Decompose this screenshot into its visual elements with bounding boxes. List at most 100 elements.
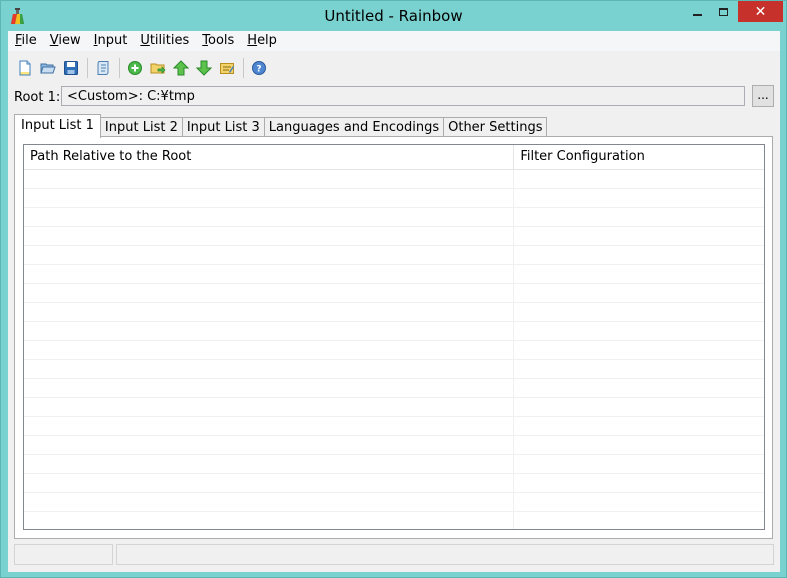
close-button[interactable]: ✕ xyxy=(738,1,783,22)
empty-row xyxy=(24,436,764,455)
row-cell xyxy=(514,398,764,416)
root-label: Root 1: xyxy=(14,90,61,105)
row-cell xyxy=(24,284,515,302)
browse-button[interactable]: ... xyxy=(752,85,774,107)
row-cell xyxy=(514,208,764,226)
title-bar[interactable]: Untitled - Rainbow ✕ xyxy=(1,1,786,31)
row-cell xyxy=(514,246,764,264)
row-cell xyxy=(514,512,764,529)
client-area: File View Input Utilities Tools Help ? R… xyxy=(8,31,780,572)
main-window: Untitled - Rainbow ✕ File View Input Uti… xyxy=(0,0,787,578)
add-folder-button[interactable] xyxy=(147,57,169,79)
menu-label: ools xyxy=(207,33,235,48)
row-cell xyxy=(514,436,764,454)
menu-mnemonic: H xyxy=(247,33,258,48)
tab-panel: Path Relative to the Root Filter Configu… xyxy=(14,136,773,539)
row-cell xyxy=(24,208,515,226)
row-cell xyxy=(514,303,764,321)
window-title: Untitled - Rainbow xyxy=(324,7,463,25)
menu-input[interactable]: Input xyxy=(87,31,134,51)
empty-row xyxy=(24,379,764,398)
empty-row xyxy=(24,189,764,208)
row-cell xyxy=(24,246,515,264)
open-button[interactable] xyxy=(37,57,59,79)
row-cell xyxy=(514,322,764,340)
maximize-button[interactable] xyxy=(710,1,736,22)
row-cell xyxy=(514,474,764,492)
row-cell xyxy=(514,284,764,302)
empty-row xyxy=(24,417,764,436)
folder-move-icon xyxy=(150,63,166,74)
menu-view[interactable]: View xyxy=(43,31,87,51)
menu-help[interactable]: Help xyxy=(240,31,283,51)
add-button[interactable] xyxy=(124,57,146,79)
empty-row xyxy=(24,170,764,189)
move-up-button[interactable] xyxy=(170,57,192,79)
row-cell xyxy=(24,417,515,435)
empty-row xyxy=(24,474,764,493)
list-header: Path Relative to the Root Filter Configu… xyxy=(24,145,764,170)
tab-input-list-3[interactable]: Input List 3 xyxy=(181,117,265,138)
column-header-path[interactable]: Path Relative to the Root xyxy=(24,145,515,169)
empty-row xyxy=(24,398,764,417)
root-row: Root 1: <Custom>: C:¥tmp ... xyxy=(8,85,780,109)
toolbar-separator xyxy=(87,58,88,78)
script-button[interactable] xyxy=(92,57,114,79)
new-button[interactable] xyxy=(14,57,36,79)
row-cell xyxy=(24,474,515,492)
edit-icon xyxy=(220,63,234,74)
toolbar-separator xyxy=(243,58,244,78)
empty-row xyxy=(24,303,764,322)
empty-row xyxy=(24,227,764,246)
row-cell xyxy=(24,341,515,359)
toolbar: ? xyxy=(8,55,780,81)
menu-label: ile xyxy=(21,33,37,48)
row-cell xyxy=(514,227,764,245)
tab-languages-encodings[interactable]: Languages and Encodings xyxy=(263,117,445,138)
minimize-icon xyxy=(692,13,702,16)
row-cell xyxy=(24,322,515,340)
row-cell xyxy=(24,379,515,397)
row-cell xyxy=(514,417,764,435)
close-icon: ✕ xyxy=(754,3,767,20)
menu-tools[interactable]: Tools xyxy=(195,31,240,51)
status-pane-2 xyxy=(116,544,774,565)
row-cell xyxy=(24,512,515,529)
edit-button[interactable] xyxy=(216,57,238,79)
row-cell xyxy=(514,265,764,283)
menu-file[interactable]: File xyxy=(8,31,43,51)
row-cell xyxy=(514,379,764,397)
tab-other-settings[interactable]: Other Settings xyxy=(443,117,548,138)
status-bar xyxy=(8,544,780,566)
row-cell xyxy=(24,436,515,454)
menu-utilities[interactable]: Utilities xyxy=(133,31,195,51)
input-list[interactable]: Path Relative to the Root Filter Configu… xyxy=(23,144,765,530)
empty-row xyxy=(24,284,764,303)
row-cell xyxy=(24,303,515,321)
list-rows xyxy=(24,170,764,529)
svg-text:?: ? xyxy=(256,65,261,75)
save-icon xyxy=(64,61,78,75)
root-path-field[interactable]: <Custom>: C:¥tmp xyxy=(61,86,745,106)
tab-strip: Input List 1 Input List 2 Input List 3 L… xyxy=(14,114,548,138)
help-button[interactable]: ? xyxy=(248,57,270,79)
menu-label: elp xyxy=(257,33,277,48)
add-icon xyxy=(128,61,142,75)
save-button[interactable] xyxy=(60,57,82,79)
row-cell xyxy=(514,189,764,207)
move-down-button[interactable] xyxy=(193,57,215,79)
row-cell xyxy=(24,265,515,283)
row-cell xyxy=(24,455,515,473)
minimize-button[interactable] xyxy=(684,1,710,22)
empty-row xyxy=(24,246,764,265)
row-cell xyxy=(514,455,764,473)
column-header-filter[interactable]: Filter Configuration xyxy=(514,145,764,169)
tab-input-list-1[interactable]: Input List 1 xyxy=(14,114,101,138)
row-cell xyxy=(514,493,764,511)
row-cell xyxy=(24,493,515,511)
open-folder-icon xyxy=(40,63,56,74)
row-cell xyxy=(514,170,764,188)
maximize-icon xyxy=(718,7,728,16)
tab-input-list-2[interactable]: Input List 2 xyxy=(99,117,183,138)
help-icon: ? xyxy=(252,61,266,75)
